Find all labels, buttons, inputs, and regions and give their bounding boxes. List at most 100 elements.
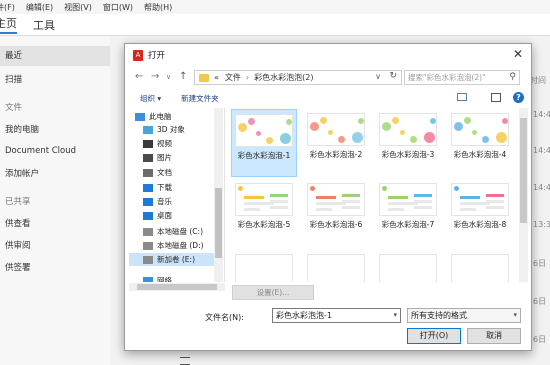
nav-item-label: 下载 [157, 183, 172, 192]
nav-item[interactable]: 文档 [129, 166, 219, 179]
bubble-decoration [286, 119, 292, 125]
nav-item[interactable]: 此电脑 [129, 110, 219, 123]
scrollbar-thumb[interactable] [137, 284, 217, 290]
view-options-icon[interactable] [457, 93, 467, 101]
preview-pane-icon[interactable] [491, 93, 501, 102]
help-icon[interactable]: ? [513, 92, 524, 103]
breadcrumb-item[interactable]: 文件 [225, 72, 241, 83]
forward-icon[interactable]: → [151, 71, 159, 82]
sidebar-item-scan[interactable]: 扫描 [5, 73, 22, 85]
sidebar-heading-shared: 已共享 [5, 197, 31, 207]
file-item[interactable] [447, 250, 513, 282]
file-item[interactable]: 彩色水彩泡泡-3 [375, 109, 441, 177]
file-item[interactable]: 彩色水彩泡泡-1 [231, 109, 297, 177]
file-item[interactable]: 彩色水彩泡泡-2 [303, 109, 369, 177]
content-decoration [414, 194, 432, 197]
content-decoration [244, 208, 260, 211]
nav-item[interactable]: 音乐 [129, 195, 219, 208]
nav-item[interactable]: 图片 [129, 151, 219, 164]
file-item[interactable] [231, 250, 297, 282]
chevron-down-icon[interactable]: ▾ [513, 309, 517, 322]
content-decoration [244, 196, 264, 199]
nav-item[interactable]: 桌面 [129, 209, 219, 222]
sidebar-item-my-computer[interactable]: 我的电脑 [5, 123, 39, 135]
content-decoration [460, 196, 480, 199]
content-decoration [414, 206, 432, 209]
content-decoration [270, 200, 288, 203]
filename-input[interactable]: 彩色水彩泡泡-1 ▾ [272, 308, 401, 323]
menu-edit[interactable]: 编辑(E) [26, 2, 53, 13]
scrollbar-thumb[interactable] [215, 188, 222, 258]
music-icon [143, 197, 153, 206]
timestamp: 6日 [533, 297, 547, 306]
tab-home[interactable]: 主页 [0, 15, 17, 34]
recent-locations-icon[interactable]: ∨ [166, 73, 171, 81]
breadcrumb-item[interactable]: 彩色水彩泡泡(2) [254, 72, 313, 83]
filename-label: 文件名(N): [205, 313, 244, 322]
content-decoration [414, 200, 432, 203]
menu-icon[interactable] [180, 357, 190, 365]
organize-button[interactable]: 组织 ▾ [140, 93, 161, 104]
chevron-down-icon[interactable]: ▾ [393, 309, 397, 322]
nav-item[interactable]: 3D 对象 [129, 123, 219, 136]
sidebar-item-recent[interactable]: 最近 [0, 46, 110, 66]
sidebar-item-document-cloud[interactable]: Document Cloud [5, 146, 76, 156]
chevron-down-icon[interactable]: ∨ [375, 72, 381, 81]
open-button[interactable]: 打开(O) [407, 328, 461, 344]
filetype-value: 所有支持的格式 [411, 311, 467, 320]
new-folder-button[interactable]: 新建文件夹 [181, 93, 219, 104]
menu-help[interactable]: 帮助(H) [144, 2, 172, 13]
sidebar-item-view[interactable]: 供查看 [5, 217, 31, 229]
file-item[interactable]: 彩色水彩泡泡-6 [303, 179, 369, 247]
scrollbar[interactable] [214, 108, 223, 282]
address-bar[interactable]: « 文件 › 彩色水彩泡泡(2) ∨ ↻ [194, 70, 402, 85]
content-decoration [486, 200, 504, 203]
file-item[interactable]: 彩色水彩泡泡-8 [447, 179, 513, 247]
file-item[interactable]: 彩色水彩泡泡-7 [375, 179, 441, 247]
refresh-icon[interactable]: ↻ [389, 71, 397, 81]
menu-view[interactable]: 视图(V) [64, 2, 92, 13]
up-icon[interactable]: ↑ [179, 71, 187, 82]
nav-item[interactable]: 本地磁盘 (D:) [129, 239, 219, 252]
search-input[interactable]: 搜索"彩色水彩泡泡(2)" ⚲ [404, 70, 520, 85]
cancel-button[interactable]: 取消 [467, 328, 521, 344]
nav-item[interactable]: 新加卷 (E:) [129, 253, 219, 266]
file-thumbnail [451, 254, 509, 282]
drive-icon [143, 227, 153, 236]
menu-window[interactable]: 窗口(W) [103, 2, 133, 13]
bubble-decoration [238, 186, 243, 191]
filetype-select[interactable]: 所有支持的格式 ▾ [407, 308, 521, 323]
dialog-title: 打开 [148, 51, 166, 61]
nav-item[interactable]: 下载 [129, 181, 219, 194]
back-icon[interactable]: ← [135, 71, 143, 82]
file-thumbnail [307, 254, 365, 282]
horizontal-scrollbar[interactable] [129, 283, 225, 291]
nav-item-label: 文档 [157, 168, 172, 177]
settings-button[interactable]: 设置(E)... [232, 285, 314, 300]
file-item[interactable] [375, 250, 441, 282]
chevron-right-icon: › [245, 73, 250, 82]
folder-icon [199, 73, 209, 82]
tab-tools[interactable]: 工具 [33, 17, 55, 33]
bubble-decoration [238, 123, 247, 132]
nav-item[interactable]: 视频 [129, 137, 219, 150]
scrollbar[interactable] [519, 108, 528, 282]
sidebar-item-review[interactable]: 供审阅 [5, 239, 31, 251]
desktop-icon [143, 211, 153, 220]
timestamp: 13:35 [533, 220, 550, 229]
dialog-titlebar: A 打开 [125, 44, 531, 66]
nav-item-label: 本地磁盘 (D:) [157, 241, 204, 250]
file-item[interactable]: 彩色水彩泡泡-5 [231, 179, 297, 247]
nav-item[interactable]: 网络 [129, 274, 219, 282]
file-item[interactable] [303, 250, 369, 282]
sidebar-item-sign[interactable]: 供签署 [5, 261, 31, 273]
file-item[interactable]: 彩色水彩泡泡-4 [447, 109, 513, 177]
scrollbar-thumb[interactable] [520, 118, 527, 223]
menu-file[interactable]: 件(F) [0, 2, 15, 13]
content-decoration [270, 206, 288, 209]
downloads-icon [143, 183, 153, 192]
nav-item[interactable]: 本地磁盘 (C:) [129, 225, 219, 238]
sidebar-item-add-account[interactable]: 添加帐户 [5, 167, 39, 179]
close-icon[interactable]: ✕ [511, 47, 525, 61]
bubble-decoration [266, 137, 273, 144]
